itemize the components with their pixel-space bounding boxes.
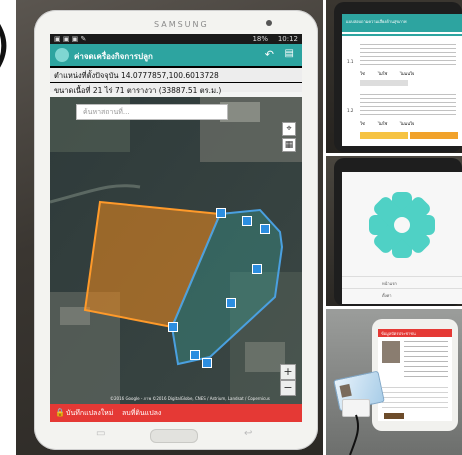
tablet-body: แบบสอบถามความเสี่ยงด้านสุขภาพ 1.1 ใช่ ไม… <box>334 2 462 152</box>
questionnaire-screen: แบบสอบถามความเสี่ยงด้านสุขภาพ 1.1 ใช่ ไม… <box>342 14 462 146</box>
map-attribution: ©2016 Google - ภาพ ©2016 DigitalGlobe, C… <box>110 396 270 401</box>
my-location-icon[interactable]: ⌖ <box>282 122 296 136</box>
area-text: ขนาดเนื้อที่ 21 ไร่ 71 ตารางวา (33887.51… <box>54 86 222 95</box>
vertex-marker-icon[interactable] <box>260 224 270 234</box>
brand-logo: SAMSUNG <box>154 20 209 29</box>
notification-icons: ▣ ▣ ▣ ✎ <box>54 35 87 43</box>
question-text <box>360 44 456 66</box>
vertex-marker-icon[interactable] <box>168 322 178 332</box>
card-reader-photo: ข้อมูลบัตรประชาชน <box>326 309 462 455</box>
coordinates-bar: ตำแหน่งที่ตั้งปัจจุบัน 14.0777857,100.60… <box>50 68 302 82</box>
zoom-out-button[interactable]: − <box>280 380 296 396</box>
choice-yes[interactable]: ใช่ <box>360 120 365 127</box>
save-icon[interactable]: ▤ <box>285 48 294 59</box>
menu-item[interactable]: หน้าแรก <box>382 280 397 287</box>
lock-icon: 🔒 <box>55 408 65 417</box>
map-layers-icon[interactable]: ▦ <box>282 138 296 152</box>
questionnaire-header: แบบสอบถามความเสี่ยงด้านสุขภาพ <box>342 14 462 32</box>
status-bar: ▣ ▣ ▣ ✎ 18% 10:12 <box>50 34 302 44</box>
area-bar: ขนาดเนื้อที่ 21 ไร่ 71 ตารางวา (33887.51… <box>50 83 302 97</box>
question-number: 1.2 <box>347 108 354 113</box>
vertex-marker-icon[interactable] <box>226 298 236 308</box>
choice-no[interactable]: ไม่ใช่ <box>378 70 387 77</box>
home-button[interactable] <box>150 429 198 443</box>
place-search-input[interactable]: ค้นหาสถานที่... <box>76 104 228 120</box>
choice-row[interactable]: ใช่ ไม่ใช่ ไม่แน่ใจ <box>360 70 456 78</box>
map-canvas <box>50 92 302 422</box>
battery-level: 18% <box>252 35 268 43</box>
choice-row[interactable]: ใช่ ไม่ใช่ ไม่แน่ใจ <box>360 120 456 128</box>
choice-yes[interactable]: ใช่ <box>360 70 365 77</box>
usb-cable <box>349 414 360 455</box>
undo-icon[interactable]: ↶ <box>265 48 274 61</box>
choice-unsure[interactable]: ไม่แน่ใจ <box>400 120 414 127</box>
splash-tablet-photo: หน้าแรก ตั้งค่า <box>326 156 462 306</box>
action-bar: 🔒 บันทึกแปลงใหม่ ลบที่ดินแปลง <box>50 404 302 422</box>
tablet-body: หน้าแรก ตั้งค่า <box>334 158 462 306</box>
save-plot-button[interactable]: บันทึกแปลงใหม่ <box>66 408 113 419</box>
zoom-in-button[interactable]: + <box>280 364 296 380</box>
question-text <box>360 94 456 116</box>
question-number: 1.1 <box>347 59 354 64</box>
vertex-marker-icon[interactable] <box>242 216 252 226</box>
choice-unsure[interactable]: ไม่แน่ใจ <box>400 70 414 77</box>
tablet-body: SAMSUNG ▣ ▣ ▣ ✎ 18% 10:12 ค่าจดเครื่องกิ… <box>34 10 318 450</box>
app-logo-icon <box>55 48 69 62</box>
choice-no[interactable]: ไม่ใช่ <box>378 120 387 127</box>
vertex-marker-icon[interactable] <box>252 264 262 274</box>
search-placeholder: ค้นหาสถานที่... <box>83 108 130 116</box>
front-camera <box>266 20 272 26</box>
main-tablet-photo: SAMSUNG ▣ ▣ ▣ ✎ 18% 10:12 ค่าจดเครื่องกิ… <box>16 0 323 455</box>
caption-parenthesis: ) <box>0 18 11 72</box>
splash-screen: หน้าแรก ตั้งค่า <box>342 172 462 304</box>
menu-item[interactable]: ตั้งค่า <box>382 292 391 299</box>
vertex-marker-icon[interactable] <box>216 208 226 218</box>
vertex-marker-icon[interactable] <box>202 358 212 368</box>
clock: 10:12 <box>277 35 298 43</box>
app-bar: ค่าจดเครื่องกิจการปลูก ↶ ▤ <box>50 44 302 66</box>
app-title: ค่าจดเครื่องกิจการปลูก <box>74 52 153 61</box>
delete-plot-button[interactable]: ลบที่ดินแปลง <box>122 408 161 419</box>
answer-highlight <box>410 132 458 139</box>
tablet-screen: ▣ ▣ ▣ ✎ 18% 10:12 ค่าจดเครื่องกิจการปลูก… <box>50 34 302 422</box>
position-text: ตำแหน่งที่ตั้งปัจจุบัน 14.0777857,100.60… <box>54 71 219 80</box>
answer-highlight <box>360 132 408 139</box>
menu-key-icon[interactable]: ▭ <box>96 428 105 439</box>
satellite-map[interactable]: ⌖ ▦ + − ©2016 Google - ภาพ ©2016 Digital… <box>50 92 302 422</box>
app-logo-icon <box>369 192 435 258</box>
back-key-icon[interactable]: ↩ <box>244 428 252 439</box>
questionnaire-title: แบบสอบถามความเสี่ยงด้านสุขภาพ <box>346 19 407 24</box>
vertex-marker-icon[interactable] <box>190 350 200 360</box>
questionnaire-tablet-photo: แบบสอบถามความเสี่ยงด้านสุขภาพ 1.1 ใช่ ไม… <box>326 0 462 153</box>
